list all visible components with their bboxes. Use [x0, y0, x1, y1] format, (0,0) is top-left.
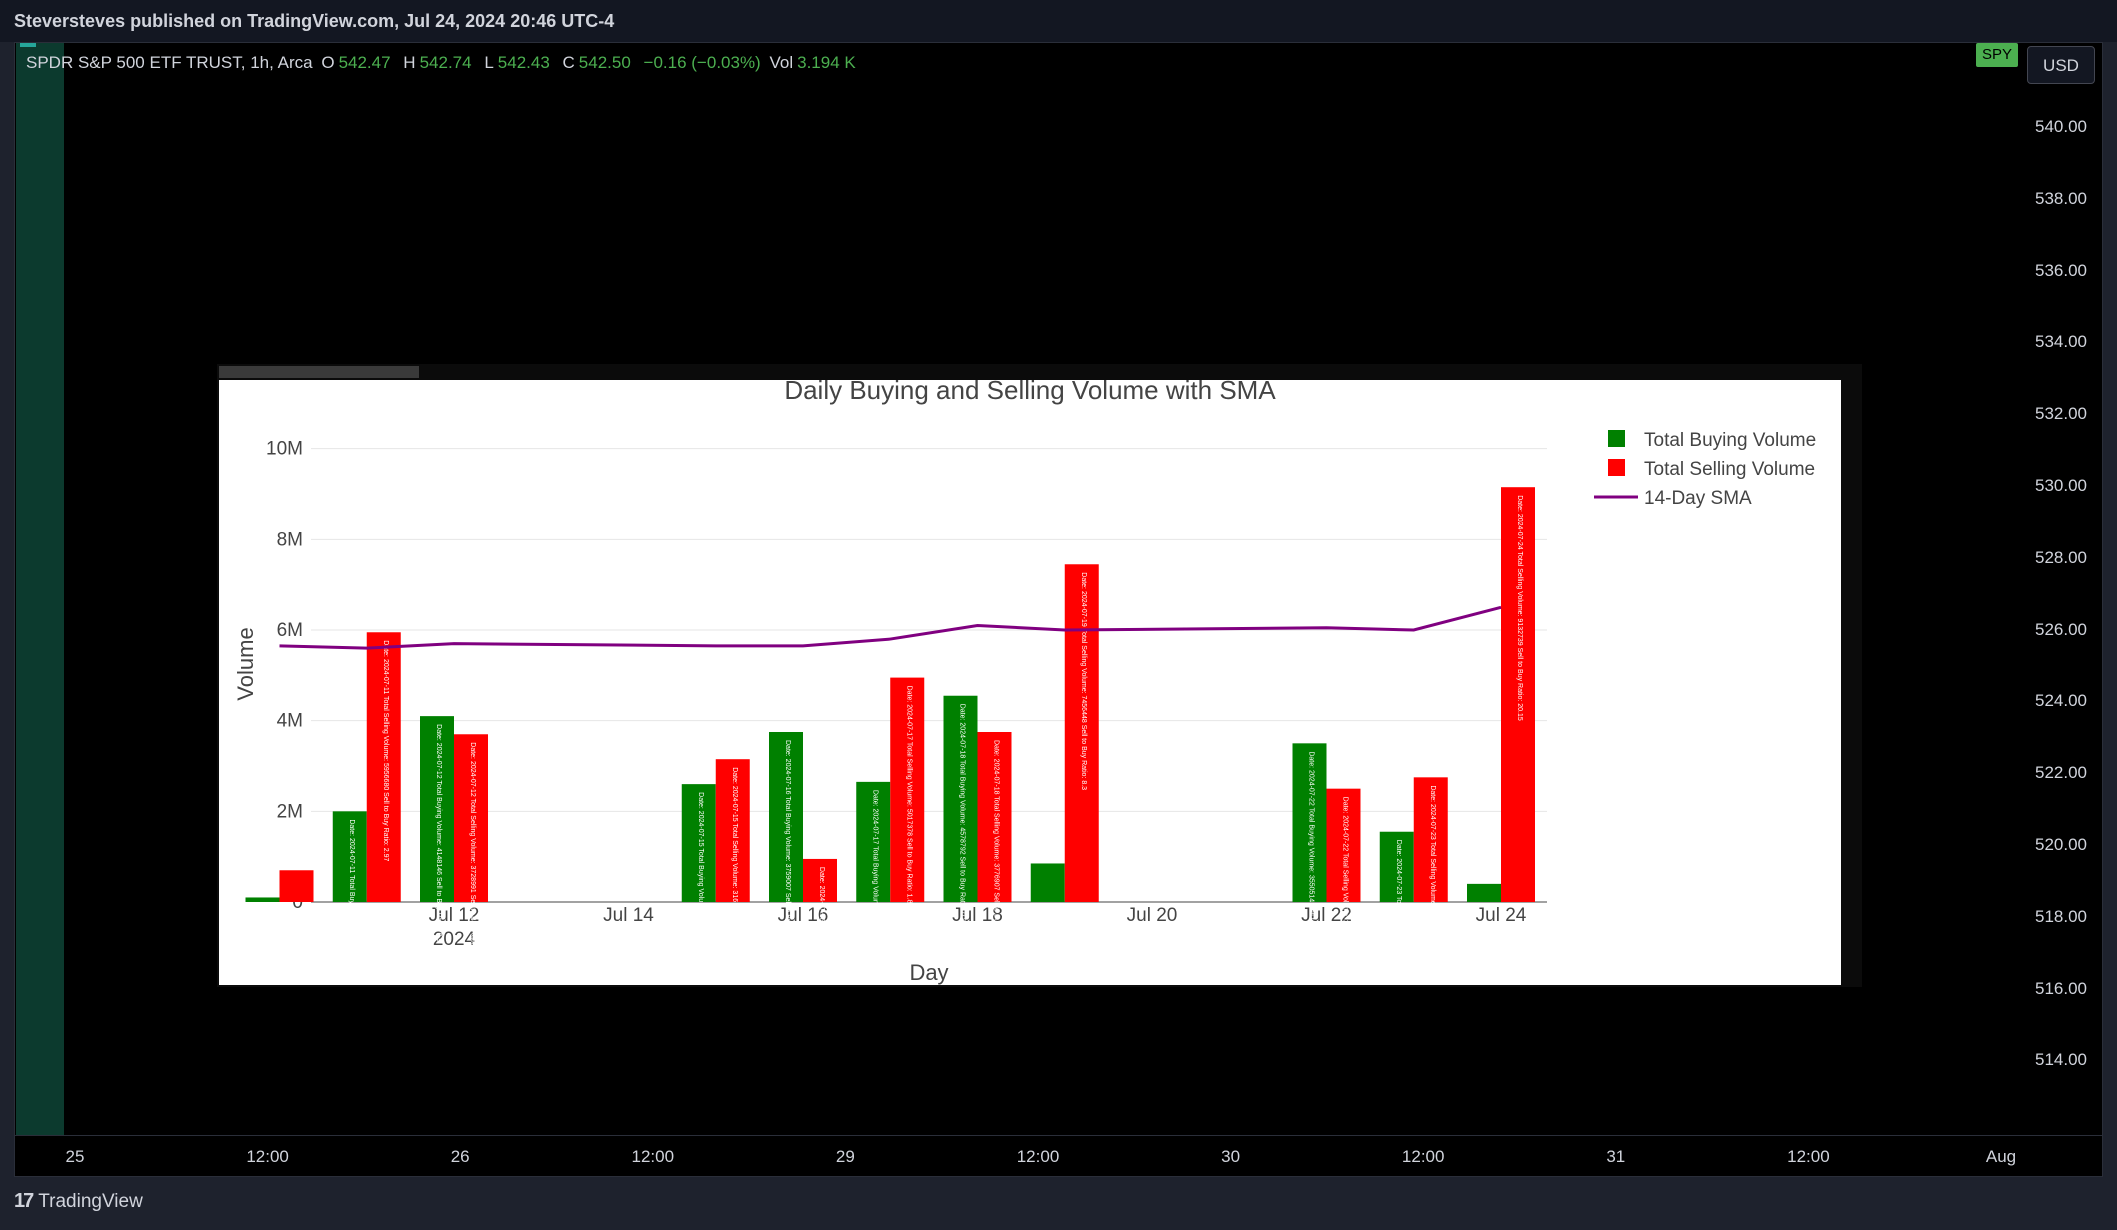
sell-bar-annotation: Date: 2024-07-19 Total Selling Volume: 7… [1080, 572, 1087, 790]
y-axis-title: Volume [233, 627, 258, 700]
time-tick-label: 31 [1606, 1147, 1626, 1166]
price-tick-label: 532.00 [2035, 404, 2087, 424]
sell-bar [279, 870, 314, 902]
y-tick-label: 6M [277, 620, 303, 641]
session-marker [20, 43, 36, 47]
image-scroll-thumb [219, 366, 419, 378]
time-tick-label: 29 [835, 1147, 855, 1166]
time-axis[interactable]: 25 12:00 26 12:00 29 12:00 30 12:00 31 12:00 Aug [14, 1135, 2103, 1177]
sell-bar-annotation: Date: 2024-07-15 Total Selling Volume: 3… [731, 767, 738, 985]
buy-bar-annotation: Date: 2024-07-17 Total Buying Volume: 26… [871, 790, 878, 985]
symbol-name: SPDR S&P 500 ETF TRUST, 1h, Arca [26, 53, 313, 72]
legend-sma-label: 14-Day SMA [1644, 488, 1752, 509]
close-label: C [562, 53, 575, 72]
time-tick-label: 12:00 [1401, 1147, 1445, 1166]
price-tick-label: 540.00 [2035, 117, 2087, 136]
sell-bar-annotation: Date: 2024-07-16 Total Selling Volume: 1… [818, 867, 825, 985]
price-tick-label: 518.00 [2035, 906, 2087, 926]
buy-bar-annotation: Date: 2024-07-22 Total Buying Volume: 35… [1308, 751, 1315, 973]
x-tick-label: Jul 14 [603, 905, 654, 926]
time-tick-label: 12:00 [631, 1147, 675, 1166]
price-tick-label: 526.00 [2035, 619, 2087, 639]
sma-line [279, 605, 1502, 650]
price-tick-label: 538.00 [2035, 188, 2087, 208]
session-highlight [16, 43, 64, 1135]
buy-bar-annotation: Date: 2024-07-18 Total Buying Volume: 45… [959, 704, 966, 926]
time-tick-label: 12:00 [1016, 1147, 1060, 1166]
y-tick-label: 4M [277, 711, 303, 732]
buy-bar-annotation: Date: 2024-07-12 Total Buying Volume: 41… [435, 724, 442, 942]
price-tick-label: 530.00 [2035, 476, 2087, 495]
volume-label: Vol [769, 53, 794, 72]
price-tick-label: 516.00 [2035, 978, 2087, 998]
price-axis[interactable]: 540.00 538.00 536.00 534.00 532.00 530.00 528.… [1985, 43, 2103, 1135]
volume-chart: Daily Buying and Selling Volume with SMA… [233, 375, 1816, 1089]
sell-bar-annotation: Date: 2024-07-17 Total Selling Volume: 5… [905, 686, 912, 908]
buy-bar-annotation: Date: 2024-07-16 Total Buying Volume: 37… [784, 740, 791, 962]
time-tick-label: 30 [1221, 1147, 1241, 1166]
legend-sell-swatch [1608, 459, 1625, 476]
tradingview-logo[interactable]: 17 TradingView [14, 1190, 143, 1213]
x-tick-label: Jul 24 [1476, 905, 1527, 926]
price-tick-label: 520.00 [2035, 835, 2087, 854]
chart-title: Daily Buying and Selling Volume with SMA [784, 380, 1276, 405]
buy-bar-annotation: Date: 2024-07-23 Total Buying Volume: 15… [1395, 840, 1402, 985]
brand-name: TradingView [38, 1190, 143, 1212]
low-value: 542.43 [497, 53, 550, 72]
time-tick-label: 12:00 [1787, 1147, 1830, 1166]
time-tick-label: 26 [450, 1147, 470, 1166]
close-value: 542.50 [578, 53, 631, 72]
price-tick-label: 524.00 [2035, 691, 2087, 711]
price-tick-label: 514.00 [2035, 1050, 2087, 1070]
open-label: O [321, 53, 335, 72]
time-tick-label: 25 [65, 1147, 85, 1166]
high-value: 542.74 [419, 53, 472, 72]
legend-buy-label: Total Buying Volume [1644, 430, 1816, 451]
legend-buy-swatch [1608, 430, 1625, 447]
buy-bar [245, 897, 280, 902]
publish-info: Steversteves published on TradingView.co… [14, 11, 615, 31]
open-value: 542.47 [338, 53, 391, 72]
buy-bar [1467, 883, 1501, 902]
x-tick-label: Jul 20 [1127, 905, 1178, 926]
x-axis-title: Day [909, 960, 948, 985]
sell-bar-annotation: Date: 2024-07-18 Total Selling Volume: 3… [993, 740, 1000, 962]
footer [0, 1177, 2117, 1230]
price-tick-label: 522.00 [2035, 763, 2087, 783]
buy-bar-annotation: Date: 2024-07-11 Total Buying Volume: 20… [348, 819, 355, 985]
volume-value: 3.194 K [797, 53, 856, 72]
buy-bar-annotation: Date: 2024-07-15 Total Buying Volume: 26… [697, 792, 704, 985]
sell-bar-annotation: Date: 2024-07-23 Total Selling Volume: 2… [1429, 785, 1436, 985]
high-label: H [403, 53, 416, 72]
price-tick-label: 536.00 [2035, 260, 2087, 280]
volume-chart-image: Daily Buying and Selling Volume with SMA… [219, 375, 1841, 1089]
y-tick-label: 8M [277, 529, 303, 550]
sell-bar-annotation: Date: 2024-07-12 Total Selling Volume: 3… [469, 742, 476, 960]
symbol-legend[interactable]: SPDR S&P 500 ETF TRUST, 1h, Arca O 542.47… [26, 53, 864, 73]
price-tick-label: 528.00 [2035, 547, 2087, 567]
sell-bar-annotation: Date: 2024-07-22 Total Selling Volume: 2… [1342, 797, 1349, 985]
sell-bar-annotation: Date: 2024-07-11 Total Selling Volume: 5… [382, 640, 389, 861]
y-tick-label: 2M [277, 801, 303, 822]
time-tick-label: Aug [1985, 1147, 2017, 1166]
change-value: −0.16 (−0.03%) [643, 53, 761, 72]
publish-bar: Steversteves published on TradingView.co… [0, 0, 2117, 42]
low-label: L [484, 53, 494, 72]
tradingview-logo-icon: 17 [14, 1190, 34, 1212]
legend-sell-label: Total Selling Volume [1644, 459, 1815, 480]
time-tick-label: 12:00 [246, 1147, 289, 1166]
price-tick-label: 534.00 [2035, 332, 2087, 352]
sell-bar-annotation: Date: 2024-07-24 Total Selling Volume: 9… [1516, 495, 1523, 721]
buy-bar [1030, 863, 1065, 902]
y-tick-label: 10M [266, 439, 303, 460]
